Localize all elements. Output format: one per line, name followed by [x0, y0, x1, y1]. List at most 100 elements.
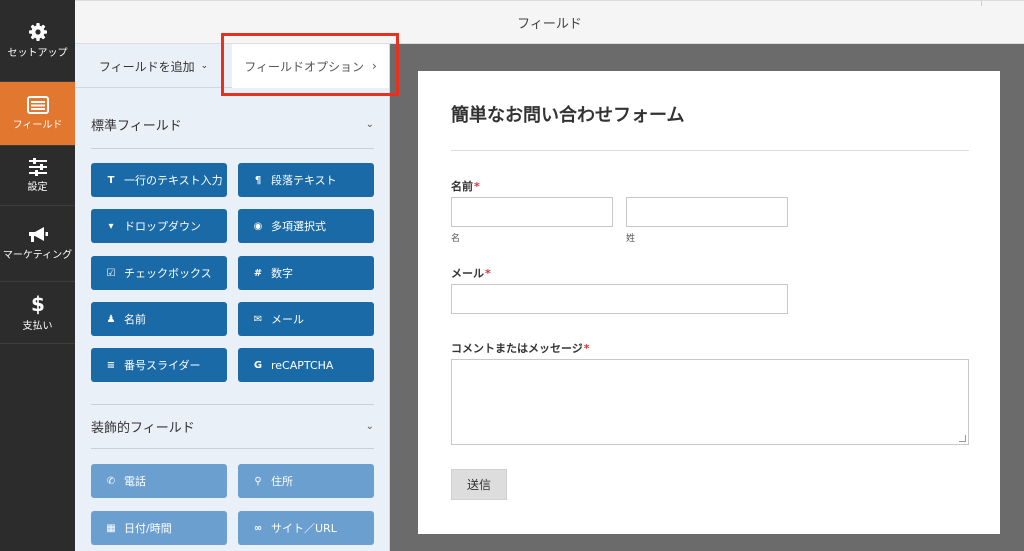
- email-input[interactable]: [451, 284, 788, 314]
- chevron-down-icon: ⌄: [365, 118, 374, 130]
- standard-fields-header[interactable]: 標準フィールド ⌄: [91, 116, 374, 134]
- fancy-fields-header[interactable]: 装飾的フィールド ⌄: [91, 418, 374, 436]
- builder-sidebar: セットアップ フィールド 設定 マーケティング $ 支払い: [0, 0, 75, 551]
- field-button-label: 多項選択式: [271, 220, 326, 233]
- sidebar-item-label: セットアップ: [7, 47, 68, 59]
- map-pin-icon: ⚲: [254, 475, 262, 487]
- page-title: フィールド: [517, 16, 582, 32]
- field-button-label: 日付/時間: [124, 522, 172, 535]
- builder-topbar: フィールド: [75, 0, 1024, 44]
- fields-panel: フィールドを追加 ⌄ フィールドオプション › 標準フィールド ⌄ T 一行のテ…: [75, 44, 390, 551]
- chevron-down-icon: ⌄: [200, 61, 209, 71]
- text-icon: T: [107, 174, 115, 186]
- user-icon: ♟: [106, 313, 116, 325]
- field-button-multiple-choice[interactable]: ◉ 多項選択式: [238, 209, 374, 243]
- title-divider: [451, 150, 969, 151]
- required-mark: *: [474, 180, 480, 193]
- field-button-phone[interactable]: ✆ 電話: [91, 464, 227, 498]
- slider-icon: ≡: [106, 359, 116, 371]
- field-button-label: チェックボックス: [124, 267, 212, 280]
- form-preview: 簡単なお問い合わせフォーム 名前* 名 姓 メール* コメントまたはメッセージ*…: [390, 44, 1024, 551]
- sidebar-item-settings[interactable]: 設定: [0, 146, 75, 206]
- sidebar-item-label: マーケティング: [2, 249, 73, 261]
- field-button-name[interactable]: ♟ 名前: [91, 302, 227, 336]
- google-icon: G: [253, 359, 263, 371]
- field-button-label: メール: [271, 313, 304, 326]
- required-mark: *: [485, 267, 491, 280]
- field-button-recaptcha[interactable]: G reCAPTCHA: [238, 348, 374, 382]
- section-title: 装飾的フィールド: [91, 420, 195, 436]
- first-name-sublabel: 名: [451, 234, 461, 244]
- gear-icon: [28, 22, 47, 41]
- chevron-right-icon: ›: [371, 59, 377, 73]
- sidebar-item-label: フィールド: [12, 119, 63, 131]
- field-button-date-time[interactable]: ▦ 日付/時間: [91, 511, 227, 545]
- tab-label: フィールドを追加: [98, 59, 195, 74]
- field-button-label: 名前: [124, 313, 146, 326]
- tab-divider: [75, 87, 232, 88]
- field-button-address[interactable]: ⚲ 住所: [238, 464, 374, 498]
- field-button-label: 一行のテキスト入力: [124, 174, 223, 187]
- field-button-email[interactable]: ✉ メール: [238, 302, 374, 336]
- sidebar-item-label: 設定: [27, 181, 48, 193]
- chevron-down-icon: ⌄: [365, 420, 374, 432]
- field-button-label: ドロップダウン: [124, 220, 201, 233]
- topbar-divider: [981, 1, 982, 6]
- svg-text:$: $: [31, 293, 45, 315]
- field-button-checkboxes[interactable]: ☑ チェックボックス: [91, 256, 227, 290]
- section-title: 標準フィールド: [91, 118, 182, 134]
- first-name-input[interactable]: [451, 197, 613, 227]
- sidebar-item-marketing[interactable]: マーケティング: [0, 206, 75, 282]
- megaphone-icon: [28, 226, 48, 242]
- required-mark: *: [583, 342, 590, 355]
- field-label-text: 名前: [451, 180, 473, 193]
- sidebar-item-payments[interactable]: $ 支払い: [0, 282, 75, 344]
- field-button-dropdown[interactable]: ▾ ドロップダウン: [91, 209, 227, 243]
- tab-label: フィールドオプション: [244, 59, 364, 74]
- field-button-label: 住所: [271, 475, 293, 488]
- dollar-icon: $: [31, 293, 45, 315]
- email-field-label[interactable]: メール*: [451, 265, 491, 281]
- tab-add-fields[interactable]: フィールドを追加 ⌄: [75, 44, 232, 88]
- radio-icon: ◉: [253, 220, 263, 232]
- field-button-label: 電話: [124, 475, 146, 488]
- checkbox-icon: ☑: [106, 267, 116, 279]
- paragraph-icon: ¶: [254, 174, 262, 186]
- tab-field-options[interactable]: フィールドオプション ›: [232, 44, 389, 88]
- dropdown-icon: ▾: [108, 220, 114, 232]
- field-button-label: 数字: [271, 267, 293, 280]
- hash-icon: #: [253, 267, 263, 279]
- field-button-label: 番号スライダー: [124, 359, 201, 372]
- resize-handle-icon[interactable]: [959, 435, 966, 442]
- name-field-label[interactable]: 名前*: [451, 178, 480, 194]
- field-label-text: コメントまたはメッセージ: [451, 342, 583, 355]
- field-button-label: reCAPTCHA: [271, 358, 334, 372]
- sidebar-item-label: 支払い: [22, 320, 53, 332]
- section-divider: [91, 404, 374, 405]
- section-divider: [91, 148, 374, 149]
- form-card: 簡単なお問い合わせフォーム 名前* 名 姓 メール* コメントまたはメッセージ*…: [418, 71, 1000, 534]
- last-name-sublabel: 姓: [626, 234, 636, 244]
- message-field-label[interactable]: コメントまたはメッセージ*: [451, 340, 590, 356]
- field-button-number-slider[interactable]: ≡ 番号スライダー: [91, 348, 227, 382]
- submit-button[interactable]: 送信: [451, 469, 507, 500]
- envelope-icon: ✉: [253, 313, 263, 325]
- message-textarea[interactable]: [451, 359, 969, 445]
- field-label-text: メール: [451, 267, 484, 280]
- form-title[interactable]: 簡単なお問い合わせフォーム: [451, 101, 684, 127]
- sidebar-item-setup[interactable]: セットアップ: [0, 0, 75, 82]
- section-divider: [91, 448, 374, 449]
- panel-tabs: フィールドを追加 ⌄ フィールドオプション ›: [75, 44, 389, 88]
- field-button-single-line-text[interactable]: T 一行のテキスト入力: [91, 163, 227, 197]
- fields-icon: [26, 95, 49, 114]
- last-name-input[interactable]: [626, 197, 788, 227]
- field-button-website-url[interactable]: ∞ サイト／URL: [238, 511, 374, 545]
- sidebar-item-fields[interactable]: フィールド: [0, 82, 75, 146]
- field-button-label: 段落テキスト: [271, 174, 337, 187]
- phone-icon: ✆: [106, 475, 116, 487]
- field-button-numbers[interactable]: # 数字: [238, 256, 374, 290]
- field-button-label: サイト／URL: [271, 522, 337, 535]
- sliders-icon: [28, 157, 47, 176]
- link-icon: ∞: [253, 522, 263, 534]
- field-button-paragraph-text[interactable]: ¶ 段落テキスト: [238, 163, 374, 197]
